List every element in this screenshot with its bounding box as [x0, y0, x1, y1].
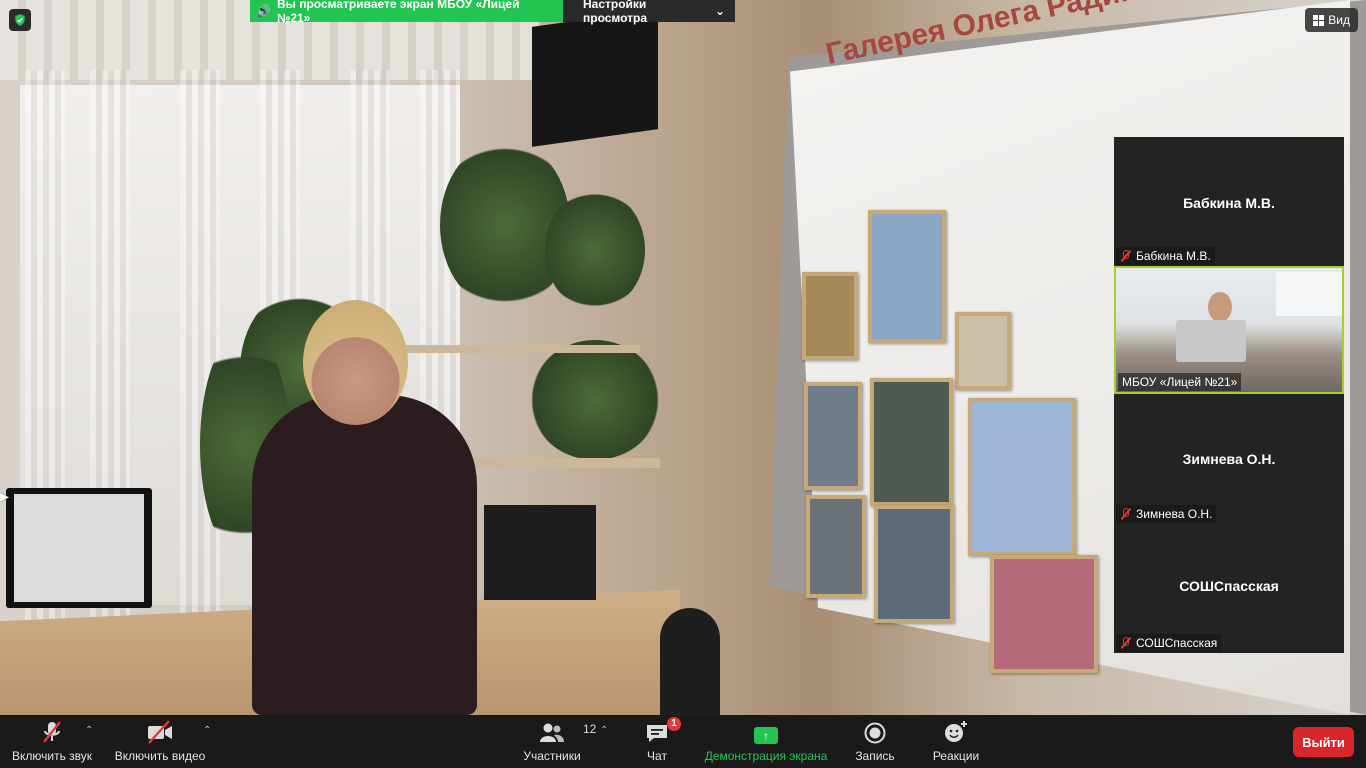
painting	[874, 505, 954, 623]
chat-icon: 1	[645, 717, 681, 744]
reactions-label: Реакции	[932, 749, 980, 763]
painting	[802, 272, 858, 360]
view-button-label: Вид	[1328, 13, 1350, 27]
participants-button[interactable]: 12 Участники	[522, 720, 596, 763]
participant-label: СОШСпасская	[1116, 634, 1222, 652]
smiley-plus-icon	[943, 720, 969, 744]
meeting-toolbar: Включить звук ⌃ Включить видео ⌃ 12 Учас…	[0, 715, 1366, 768]
unmute-label: Включить звук	[11, 749, 93, 763]
start-video-label: Включить видео	[114, 749, 206, 763]
participant-tile-active-speaker[interactable]: МБОУ «Лицей №21»	[1114, 266, 1344, 394]
share-banner: 🔊 Вы просматриваете экран МБОУ «Лицей №2…	[250, 0, 735, 25]
painting	[955, 312, 1011, 390]
participant-tile[interactable]: Бабкина М.В. Бабкина М.В.	[1114, 137, 1344, 265]
chat-button[interactable]: 1 Чат	[640, 717, 681, 763]
video-options-caret-icon[interactable]: ⌃	[203, 725, 211, 736]
wall-tv	[532, 9, 658, 147]
leave-button[interactable]: Выйти	[1293, 727, 1354, 757]
start-video-button[interactable]: Включить видео	[114, 720, 206, 763]
viewing-text: Вы просматриваете экран МБОУ «Лицей №21»	[276, 0, 520, 25]
share-screen-button[interactable]: ↑ Демонстрация экрана	[704, 720, 828, 763]
speaker-head	[303, 300, 408, 425]
participants-icon: 12	[539, 720, 596, 744]
security-shield-icon[interactable]	[9, 9, 31, 31]
chair	[660, 608, 720, 715]
mic-muted-icon	[1120, 508, 1132, 520]
speaker-body	[252, 395, 477, 715]
record-label: Запись	[855, 749, 895, 763]
share-screen-arrow-icon: ↑	[754, 727, 778, 744]
chat-label: Чат	[647, 749, 667, 763]
mic-muted-icon	[1120, 637, 1132, 649]
audio-options-caret-icon[interactable]: ⌃	[85, 725, 93, 736]
mic-muted-icon	[1120, 250, 1132, 262]
laptop	[1176, 320, 1246, 362]
record-icon	[864, 720, 886, 744]
view-options-button[interactable]: Настройки просмотра ⌄	[563, 0, 735, 25]
printer	[484, 505, 596, 600]
camera-off-icon	[147, 720, 173, 744]
view-options-label: Настройки просмотра	[583, 0, 648, 25]
painting	[870, 378, 953, 506]
view-button[interactable]: Вид	[1305, 8, 1358, 32]
participants-options-caret-icon[interactable]: ⌃	[600, 725, 608, 736]
viewing-banner: 🔊 Вы просматриваете экран МБОУ «Лицей №2…	[250, 0, 563, 25]
share-screen-label: Демонстрация экрана	[704, 749, 828, 763]
monitor-screen	[14, 494, 144, 602]
participant-label: Зимнева О.Н.	[1116, 505, 1217, 523]
participants-count: 12	[583, 722, 597, 736]
painting	[990, 555, 1098, 673]
chat-unread-badge: 1	[667, 717, 681, 731]
painting	[868, 210, 946, 343]
painting	[968, 398, 1076, 556]
participant-label: МБОУ «Лицей №21»	[1118, 373, 1242, 391]
mouse-cursor-icon: ▸	[0, 486, 10, 506]
participants-label: Участники	[523, 749, 581, 763]
record-button[interactable]: Запись	[855, 720, 895, 763]
reactions-button[interactable]: Реакции	[932, 720, 980, 763]
microphone-muted-icon	[40, 720, 64, 744]
participant-panel: Бабкина М.В. Бабкина М.В. МБОУ «Лицей №2…	[1114, 137, 1344, 653]
painting	[804, 382, 862, 490]
chevron-down-icon: ⌄	[714, 4, 725, 18]
unmute-button[interactable]: Включить звук	[10, 720, 94, 763]
participant-tile[interactable]: СОШСпасская СОШСпасская	[1114, 524, 1344, 652]
participant-tile[interactable]: Зимнева О.Н. Зимнева О.Н.	[1114, 395, 1344, 523]
participant-display-name: Зимнева О.Н.	[1182, 451, 1276, 467]
speaker-volume-icon: 🔊	[256, 4, 271, 18]
participant-display-name: СОШСпасская	[1179, 578, 1279, 594]
grid-view-icon	[1313, 14, 1325, 26]
participant-label: Бабкина М.В.	[1116, 247, 1215, 265]
participant-display-name: Бабкина М.В.	[1183, 195, 1275, 211]
painting	[806, 495, 866, 598]
